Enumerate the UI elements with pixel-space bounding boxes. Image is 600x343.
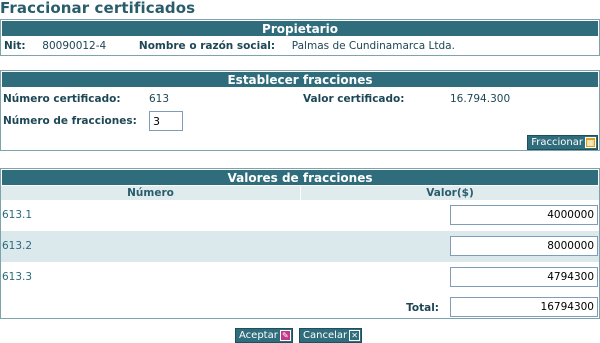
nombre-value: Palmas de Cundinamarca Ltda. bbox=[291, 40, 455, 52]
aceptar-button[interactable]: Aceptar ✎ bbox=[235, 328, 293, 343]
fraccionar-button[interactable]: Fraccionar ▦ bbox=[527, 135, 598, 150]
close-icon: ✕ bbox=[349, 330, 361, 341]
col-valor: Valor($) bbox=[301, 186, 599, 200]
valor-certificado-label: Valor certificado: bbox=[303, 93, 405, 105]
numero-fracciones-input[interactable] bbox=[149, 111, 183, 131]
propietario-panel: Propietario Nit: 80090012-4 Nombre o raz… bbox=[0, 19, 600, 56]
cancelar-label: Cancelar bbox=[303, 330, 348, 341]
nit-label: Nit: bbox=[4, 40, 26, 52]
row-valor-input[interactable] bbox=[450, 236, 598, 256]
numero-certificado-value: 613 bbox=[149, 93, 170, 105]
cancelar-button[interactable]: Cancelar ✕ bbox=[299, 328, 363, 343]
establecer-header: Establecer fracciones bbox=[1, 71, 599, 88]
table-row: 613.2 bbox=[1, 231, 599, 262]
establecer-panel: Establecer fracciones Número certificado… bbox=[0, 70, 600, 151]
valores-panel: Valores de fracciones Número Valor($) 61… bbox=[0, 168, 600, 319]
column-headers: Número Valor($) bbox=[1, 186, 599, 200]
page-title: Fraccionar certificados bbox=[0, 0, 196, 17]
valores-header: Valores de fracciones bbox=[1, 169, 599, 186]
total-input[interactable] bbox=[450, 297, 598, 317]
grid-icon: ▦ bbox=[585, 137, 596, 148]
accept-icon: ✎ bbox=[279, 330, 291, 341]
row-numero: 613.3 bbox=[2, 271, 33, 283]
nombre-label: Nombre o razón social: bbox=[138, 40, 276, 52]
table-row: 613.3 bbox=[1, 262, 599, 293]
row-valor-input[interactable] bbox=[450, 205, 598, 225]
valor-certificado-value: 16.794.300 bbox=[450, 93, 511, 105]
row-numero: 613.2 bbox=[2, 240, 33, 252]
col-numero: Número bbox=[1, 186, 301, 200]
total-label: Total: bbox=[406, 302, 439, 314]
propietario-header: Propietario bbox=[1, 20, 599, 37]
numero-certificado-label: Número certificado: bbox=[3, 93, 121, 105]
row-valor-input[interactable] bbox=[450, 267, 598, 287]
nit-value: 80090012-4 bbox=[42, 40, 107, 52]
fraccionar-label: Fraccionar bbox=[531, 137, 583, 148]
table-row: 613.1 bbox=[1, 200, 599, 231]
aceptar-label: Aceptar bbox=[239, 330, 278, 341]
row-numero: 613.1 bbox=[2, 209, 33, 221]
numero-fracciones-label: Número de fracciones: bbox=[3, 115, 137, 127]
propietario-info: Nit: 80090012-4 Nombre o razón social: P… bbox=[4, 40, 455, 52]
